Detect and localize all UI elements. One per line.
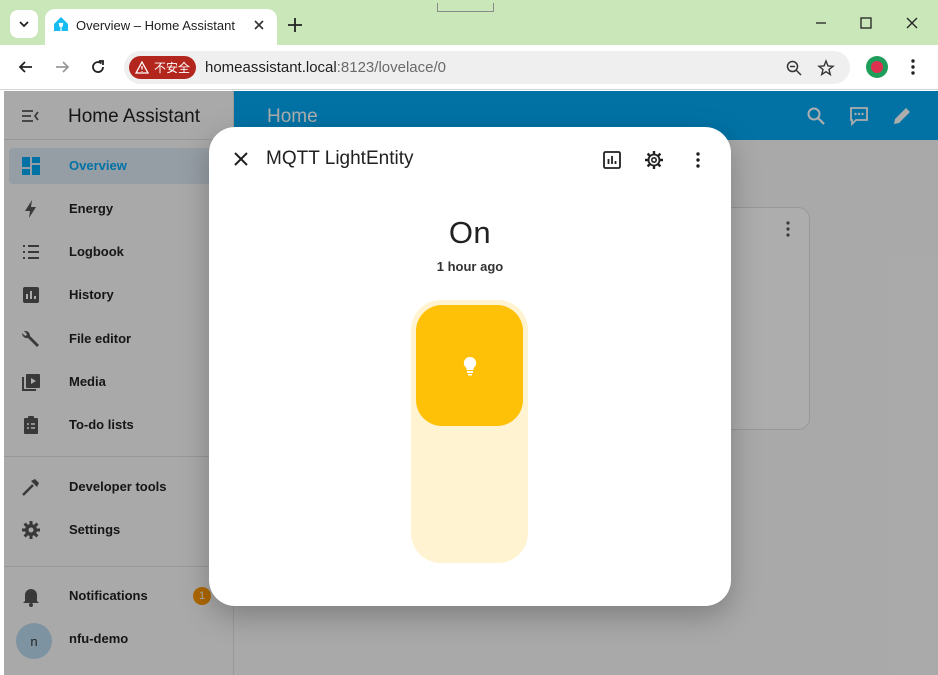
back-arrow-icon[interactable] <box>16 57 36 77</box>
chevron-down-icon <box>19 21 29 28</box>
zoom-out-icon[interactable] <box>785 59 803 77</box>
dialog-title: MQTT LightEntity <box>266 148 414 169</box>
more-info-dialog: MQTT LightEntity On 1 hour ago <box>209 127 731 606</box>
brightness-slider[interactable] <box>411 300 528 563</box>
browser-tab[interactable]: Overview – Home Assistant <box>45 9 277 45</box>
maximize-icon[interactable] <box>857 14 875 32</box>
tab-title: Overview – Home Assistant <box>76 18 235 33</box>
history-chart-icon[interactable] <box>601 149 623 171</box>
not-secure-label: 不安全 <box>154 61 191 75</box>
brightness-fill[interactable] <box>416 305 523 426</box>
url-host: homeassistant.local <box>205 59 337 76</box>
lightbulb-icon <box>463 356 476 375</box>
browser-menu-icon[interactable] <box>903 57 923 77</box>
forward-arrow-icon[interactable] <box>52 57 72 77</box>
entity-state: On <box>448 215 492 250</box>
profile-avatar[interactable] <box>866 56 888 78</box>
not-secure-chip[interactable]: 不安全 <box>129 56 196 79</box>
reload-icon[interactable] <box>88 57 108 77</box>
home-assistant-favicon-icon <box>54 17 68 31</box>
tab-search-button[interactable] <box>10 10 38 38</box>
address-bar[interactable]: 不安全 homeassistant.local:8123/lovelace/0 <box>124 51 850 84</box>
browser-tab-strip: Overview – Home Assistant <box>0 0 938 45</box>
browser-toolbar: 不安全 homeassistant.local:8123/lovelace/0 <box>0 45 938 90</box>
dialog-menu-icon[interactable] <box>687 149 709 171</box>
bookmark-star-icon[interactable] <box>817 59 835 77</box>
warning-triangle-icon <box>135 61 149 74</box>
new-tab-icon[interactable] <box>284 14 306 36</box>
url-text: homeassistant.local:8123/lovelace/0 <box>205 59 446 76</box>
last-changed-time: 1 hour ago <box>436 259 504 274</box>
tab-close-icon[interactable] <box>251 17 267 33</box>
minimize-icon[interactable] <box>812 14 830 32</box>
url-path: :8123/lovelace/0 <box>336 59 446 76</box>
dialog-close-icon[interactable] <box>231 149 251 169</box>
settings-gear-icon[interactable] <box>643 149 665 171</box>
window-close-icon[interactable] <box>903 14 921 32</box>
window-drag-handle[interactable] <box>437 3 494 12</box>
